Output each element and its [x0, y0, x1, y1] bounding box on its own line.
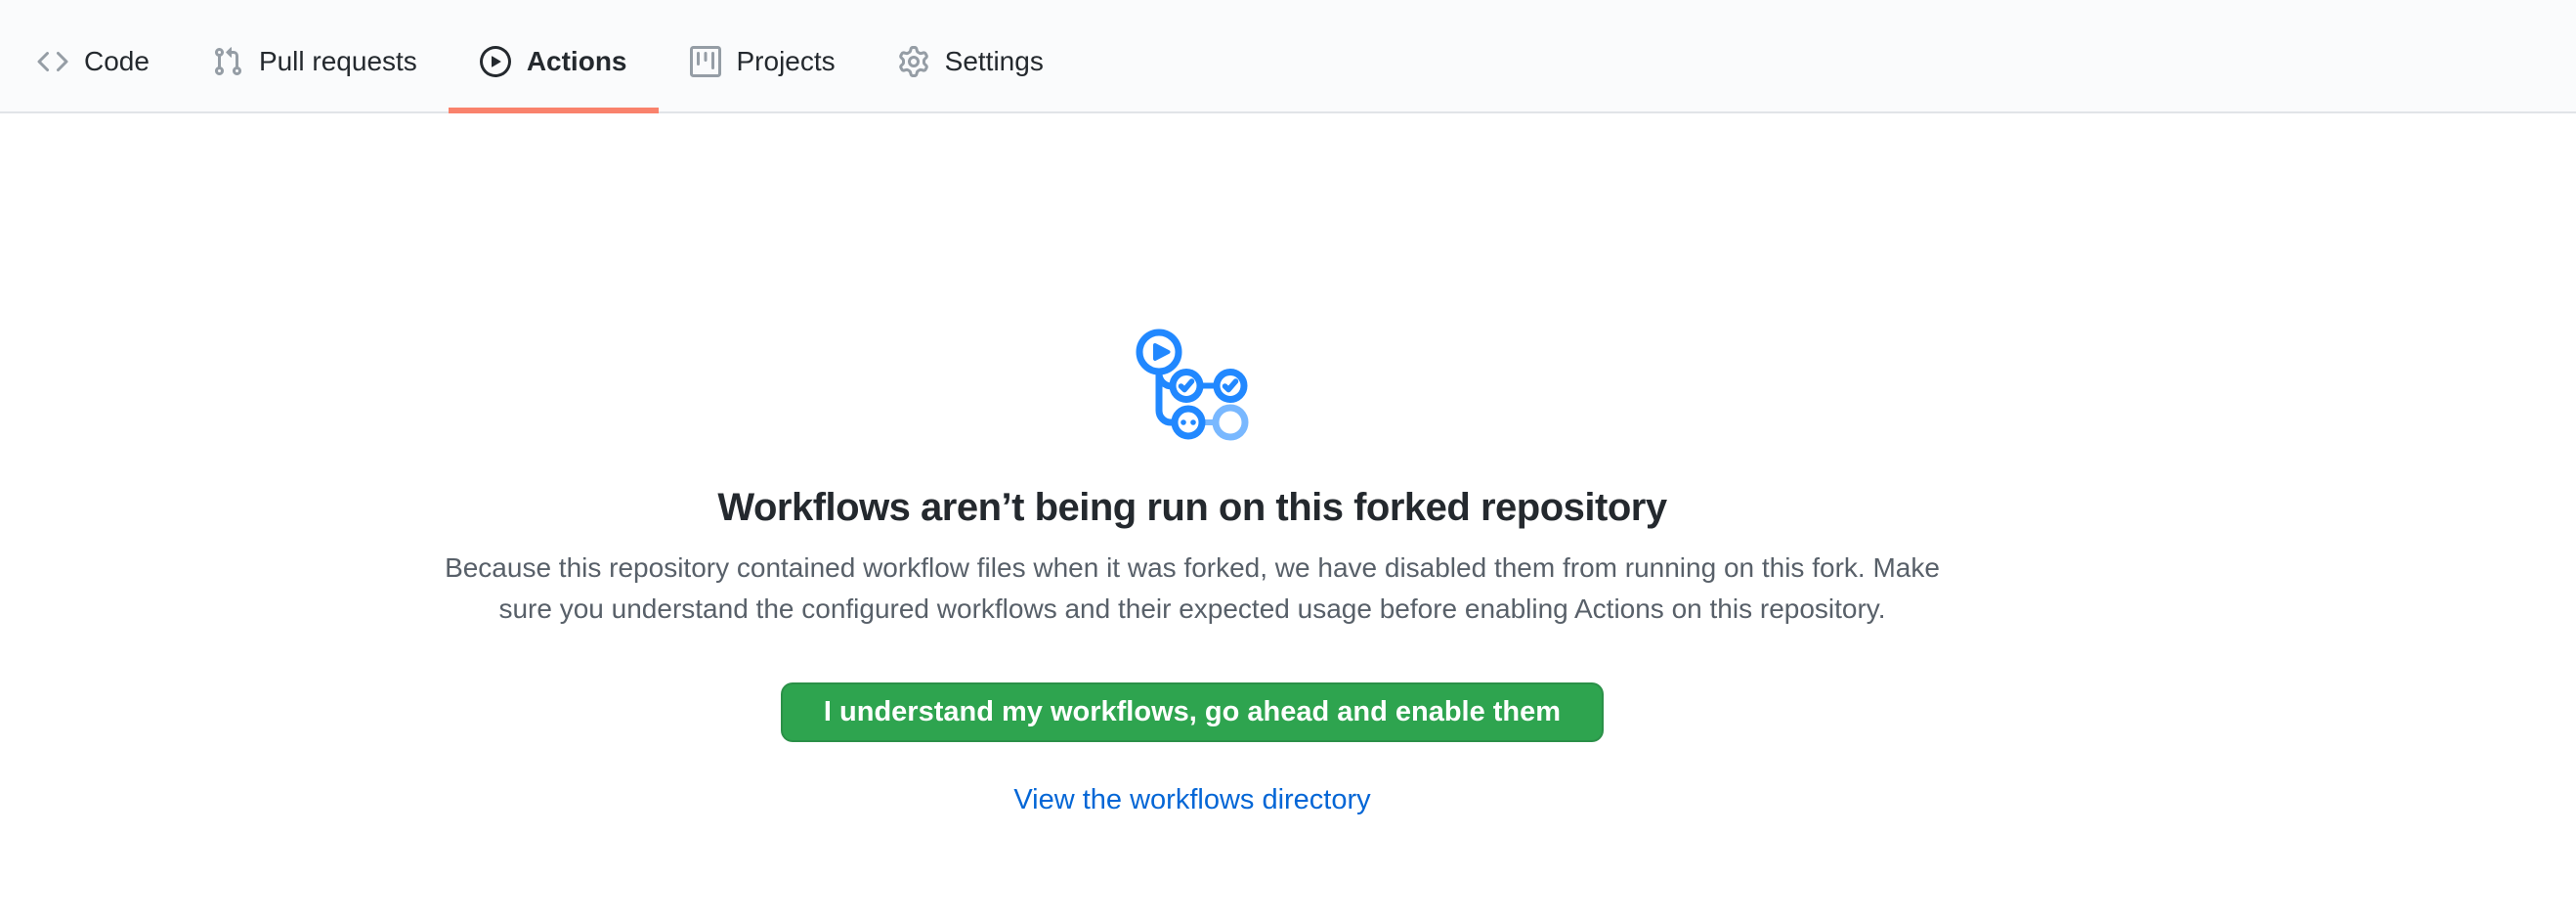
tab-label: Projects — [737, 46, 836, 77]
tab-label: Actions — [527, 46, 627, 77]
fork-workflows-description: Because this repository contained workfl… — [0, 548, 2384, 630]
tab-label: Settings — [945, 46, 1044, 77]
description-line-1: Because this repository contained workfl… — [0, 548, 2384, 589]
enable-workflows-button[interactable]: I understand my workflows, go ahead and … — [781, 682, 1604, 742]
description-line-2: sure you understand the configured workf… — [0, 589, 2384, 630]
git-pull-request-icon — [212, 46, 243, 77]
play-circle-icon — [480, 46, 511, 77]
tab-label: Code — [84, 46, 150, 77]
gear-icon — [898, 46, 929, 77]
tab-actions[interactable]: Actions — [449, 0, 659, 111]
page-title: Workflows aren’t being run on this forke… — [0, 483, 2384, 532]
blankslate: Workflows aren’t being run on this forke… — [0, 113, 2384, 816]
view-workflows-directory-link[interactable]: View the workflows directory — [1013, 784, 1370, 815]
tab-projects[interactable]: Projects — [659, 0, 867, 111]
repo-tab-bar: Code Pull requests Actions Projects Sett… — [0, 0, 2576, 113]
tab-settings[interactable]: Settings — [867, 0, 1075, 111]
tab-label: Pull requests — [259, 46, 417, 77]
link-row: View the workflows directory — [0, 783, 2384, 816]
tab-code[interactable]: Code — [6, 0, 181, 111]
project-board-icon — [690, 46, 721, 77]
actions-disabled-page: Workflows aren’t being run on this forke… — [0, 113, 2576, 816]
tab-pull-requests[interactable]: Pull requests — [181, 0, 449, 111]
workflow-graph-icon — [1136, 329, 1249, 442]
button-row: I understand my workflows, go ahead and … — [0, 682, 2384, 742]
code-icon — [37, 46, 68, 77]
